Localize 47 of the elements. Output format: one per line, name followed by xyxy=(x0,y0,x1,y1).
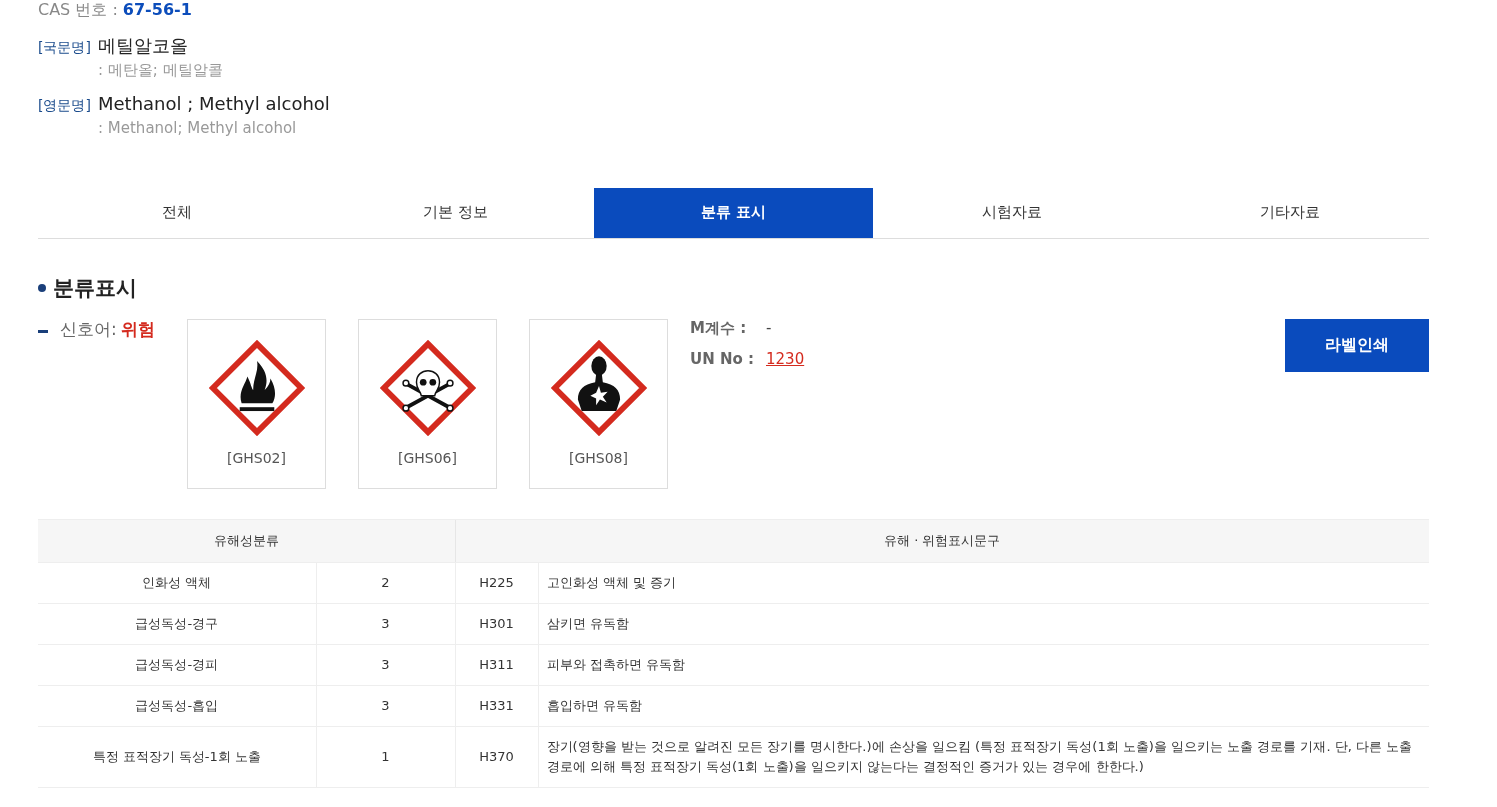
bullet-icon xyxy=(38,283,46,292)
tab[interactable]: 분류 표시 xyxy=(594,187,873,238)
print-label-button[interactable]: 라벨인쇄 xyxy=(1285,318,1429,372)
table-cell: H370 xyxy=(455,726,538,788)
table-cell: 3 xyxy=(316,603,455,645)
table-cell: 고인화성 액체 및 증기 xyxy=(538,562,1429,604)
table-cell: 인화성 액체 xyxy=(38,562,316,604)
table-cell: H301 xyxy=(455,603,538,645)
name-tag: [영문명] xyxy=(38,93,90,138)
flame-pictogram-icon xyxy=(208,340,305,436)
signal-word: 위험 xyxy=(120,318,155,340)
table-cell: 피부와 접촉하면 유독함 xyxy=(538,644,1429,686)
signal-word-label: 신호어: xyxy=(60,318,117,340)
table-cell: 급성독성-경구 xyxy=(38,603,316,645)
table-cell: 흡입하면 유독함 xyxy=(538,685,1429,727)
pictogram-code: [GHS06] xyxy=(398,450,457,468)
table-cell: 특정 표적장기 독성-1회 노출 xyxy=(38,726,316,788)
substance-name: 메틸알코올 xyxy=(98,35,189,58)
table-cell: 장기(영향을 받는 것으로 알려진 모든 장기를 명시한다.)에 손상을 일으킴 (특정 표적장기 독성(1회 노출)을 일으키는 노출 경로를 기재. 단, 다른 노출경로에 의해 특정 표적장기 독성(1회 노출)을 일으키지 않는다는 결정적인 증거가 있는 경우에 한한다.) xyxy=(538,726,1429,788)
m-factor-value: - xyxy=(766,318,772,338)
synonyms: : Methanol; Methyl alcohol xyxy=(98,118,298,138)
substance-name: Methanol ; Methyl alcohol xyxy=(98,93,330,116)
table-cell: 급성독성-흡입 xyxy=(38,685,316,727)
pictogram-code: [GHS08] xyxy=(569,450,628,468)
table-cell: 3 xyxy=(316,685,455,727)
table-cell: 1 xyxy=(316,726,455,788)
column-header: 유해 · 위험표시문구 xyxy=(455,519,1429,563)
un-number-label: UN No : xyxy=(690,349,752,369)
cas-label: CAS 번호 : xyxy=(38,0,118,20)
skull-crossbones-icon xyxy=(379,340,476,436)
table-cell: 2 xyxy=(316,562,455,604)
table-cell: H311 xyxy=(455,644,538,686)
table-cell: 급성독성-경피 xyxy=(38,644,316,686)
un-number-link[interactable]: 1230 xyxy=(766,349,805,369)
dash-icon xyxy=(38,329,48,333)
synonyms: : 메탄올; 메틸알콜 xyxy=(98,60,223,80)
table-cell: 3 xyxy=(316,644,455,686)
column-header: 유해성분류 xyxy=(38,519,455,563)
cas-number: 67-56-1 xyxy=(122,0,192,20)
table-cell: 삼키면 유독함 xyxy=(538,603,1429,645)
table-cell: H331 xyxy=(455,685,538,727)
section-title: 분류표시 xyxy=(53,274,137,301)
name-tag: [국문명] xyxy=(38,35,90,80)
pictogram-code: [GHS02] xyxy=(227,450,286,468)
m-factor-label: M계수 : xyxy=(690,318,748,338)
table-cell: H225 xyxy=(455,562,538,604)
health-hazard-icon xyxy=(550,340,647,436)
